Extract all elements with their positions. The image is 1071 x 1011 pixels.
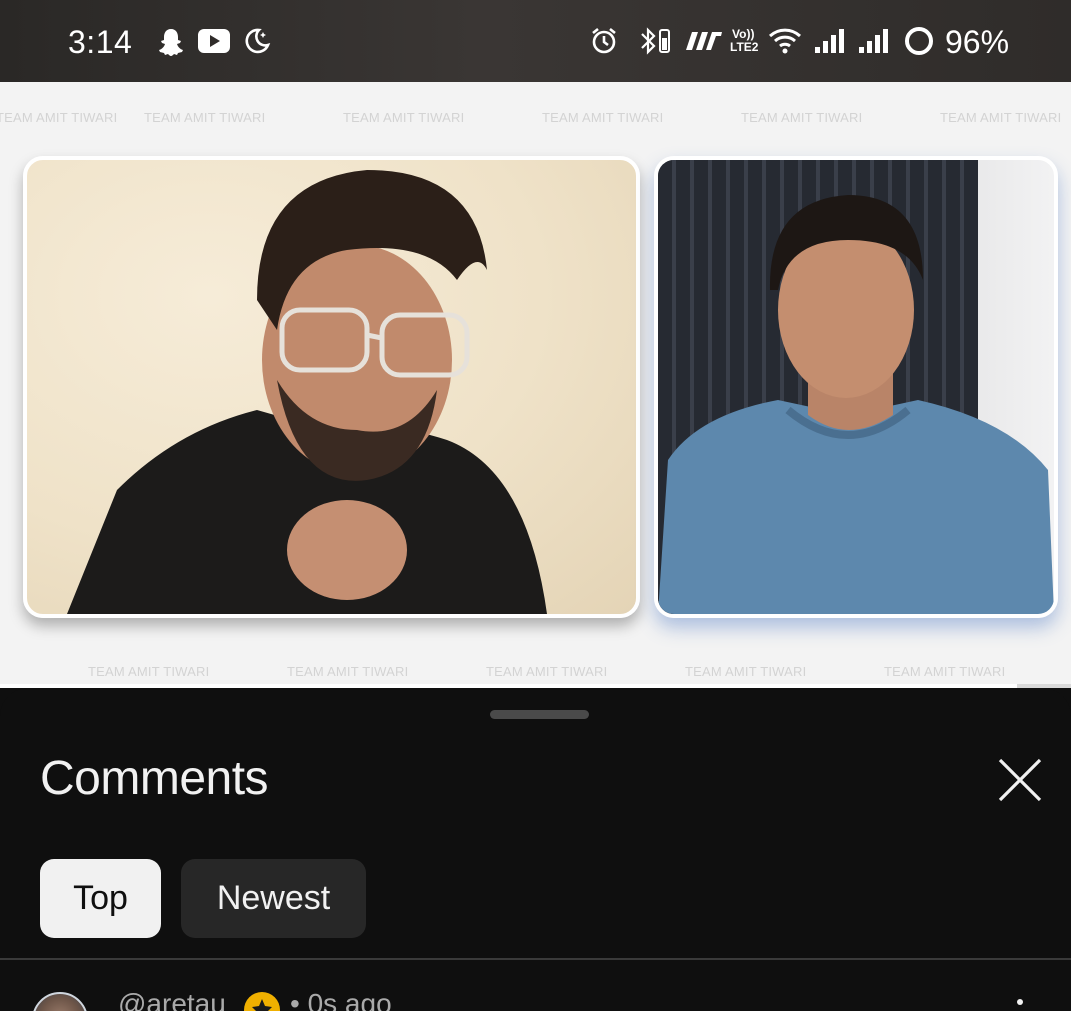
signal-sim2-icon: [856, 26, 890, 56]
watermark: TEAM AMIT TIWARI: [940, 110, 1062, 125]
wifi-icon: [768, 26, 802, 56]
signal-sim1-icon: [812, 26, 846, 56]
watermark: TEAM AMIT TIWARI: [287, 664, 409, 679]
comment-item: @aretau • 0s ago: [0, 984, 1071, 1011]
battery-ring-icon: [902, 26, 936, 56]
video-player[interactable]: TEAM AMIT TIWARI TEAM AMIT TIWARI TEAM A…: [0, 82, 1071, 688]
snapchat-icon: [156, 26, 186, 56]
left-participant-figure: [67, 170, 547, 614]
comments-sheet: Comments Top Newest @aretau • 0s ago: [0, 688, 1071, 1011]
watermark: TEAM AMIT TIWARI: [0, 110, 118, 125]
alarm-icon: [588, 26, 620, 56]
youtube-icon: [198, 26, 230, 56]
sort-chip-top[interactable]: Top: [40, 859, 161, 938]
watermark: TEAM AMIT TIWARI: [144, 110, 266, 125]
volte-lte2-icon: Vo)) LTE2: [730, 27, 759, 54]
close-icon: [998, 758, 1042, 802]
divider: [0, 958, 1071, 960]
more-options-icon[interactable]: [1010, 994, 1030, 1011]
right-participant-figure: [658, 195, 1054, 614]
status-bar: 3:14 Vo)) LTE2 96%: [0, 0, 1071, 82]
do-not-disturb-icon: [242, 26, 272, 56]
status-time: 3:14: [68, 24, 133, 60]
right-participant-video: [654, 156, 1058, 618]
watermark: TEAM AMIT TIWARI: [486, 664, 608, 679]
watermark: TEAM AMIT TIWARI: [741, 110, 863, 125]
avatar[interactable]: [32, 992, 88, 1011]
watermark: TEAM AMIT TIWARI: [343, 110, 465, 125]
watermark: TEAM AMIT TIWARI: [88, 664, 210, 679]
star-badge-icon: [244, 992, 280, 1011]
watermark: TEAM AMIT TIWARI: [542, 110, 664, 125]
comments-title: Comments: [40, 752, 269, 805]
carrier-logo-icon: [684, 26, 724, 56]
battery-percentage: 96%: [945, 24, 1010, 60]
watermark: TEAM AMIT TIWARI: [884, 664, 1006, 679]
bluetooth-battery-icon: [638, 26, 672, 56]
sort-chip-newest[interactable]: Newest: [181, 859, 366, 938]
comment-timestamp: • 0s ago: [290, 988, 392, 1011]
close-button[interactable]: [994, 754, 1046, 806]
watermark: TEAM AMIT TIWARI: [685, 664, 807, 679]
left-participant-video: [23, 156, 640, 618]
comment-author[interactable]: @aretau: [118, 988, 226, 1011]
drag-handle[interactable]: [490, 710, 589, 719]
